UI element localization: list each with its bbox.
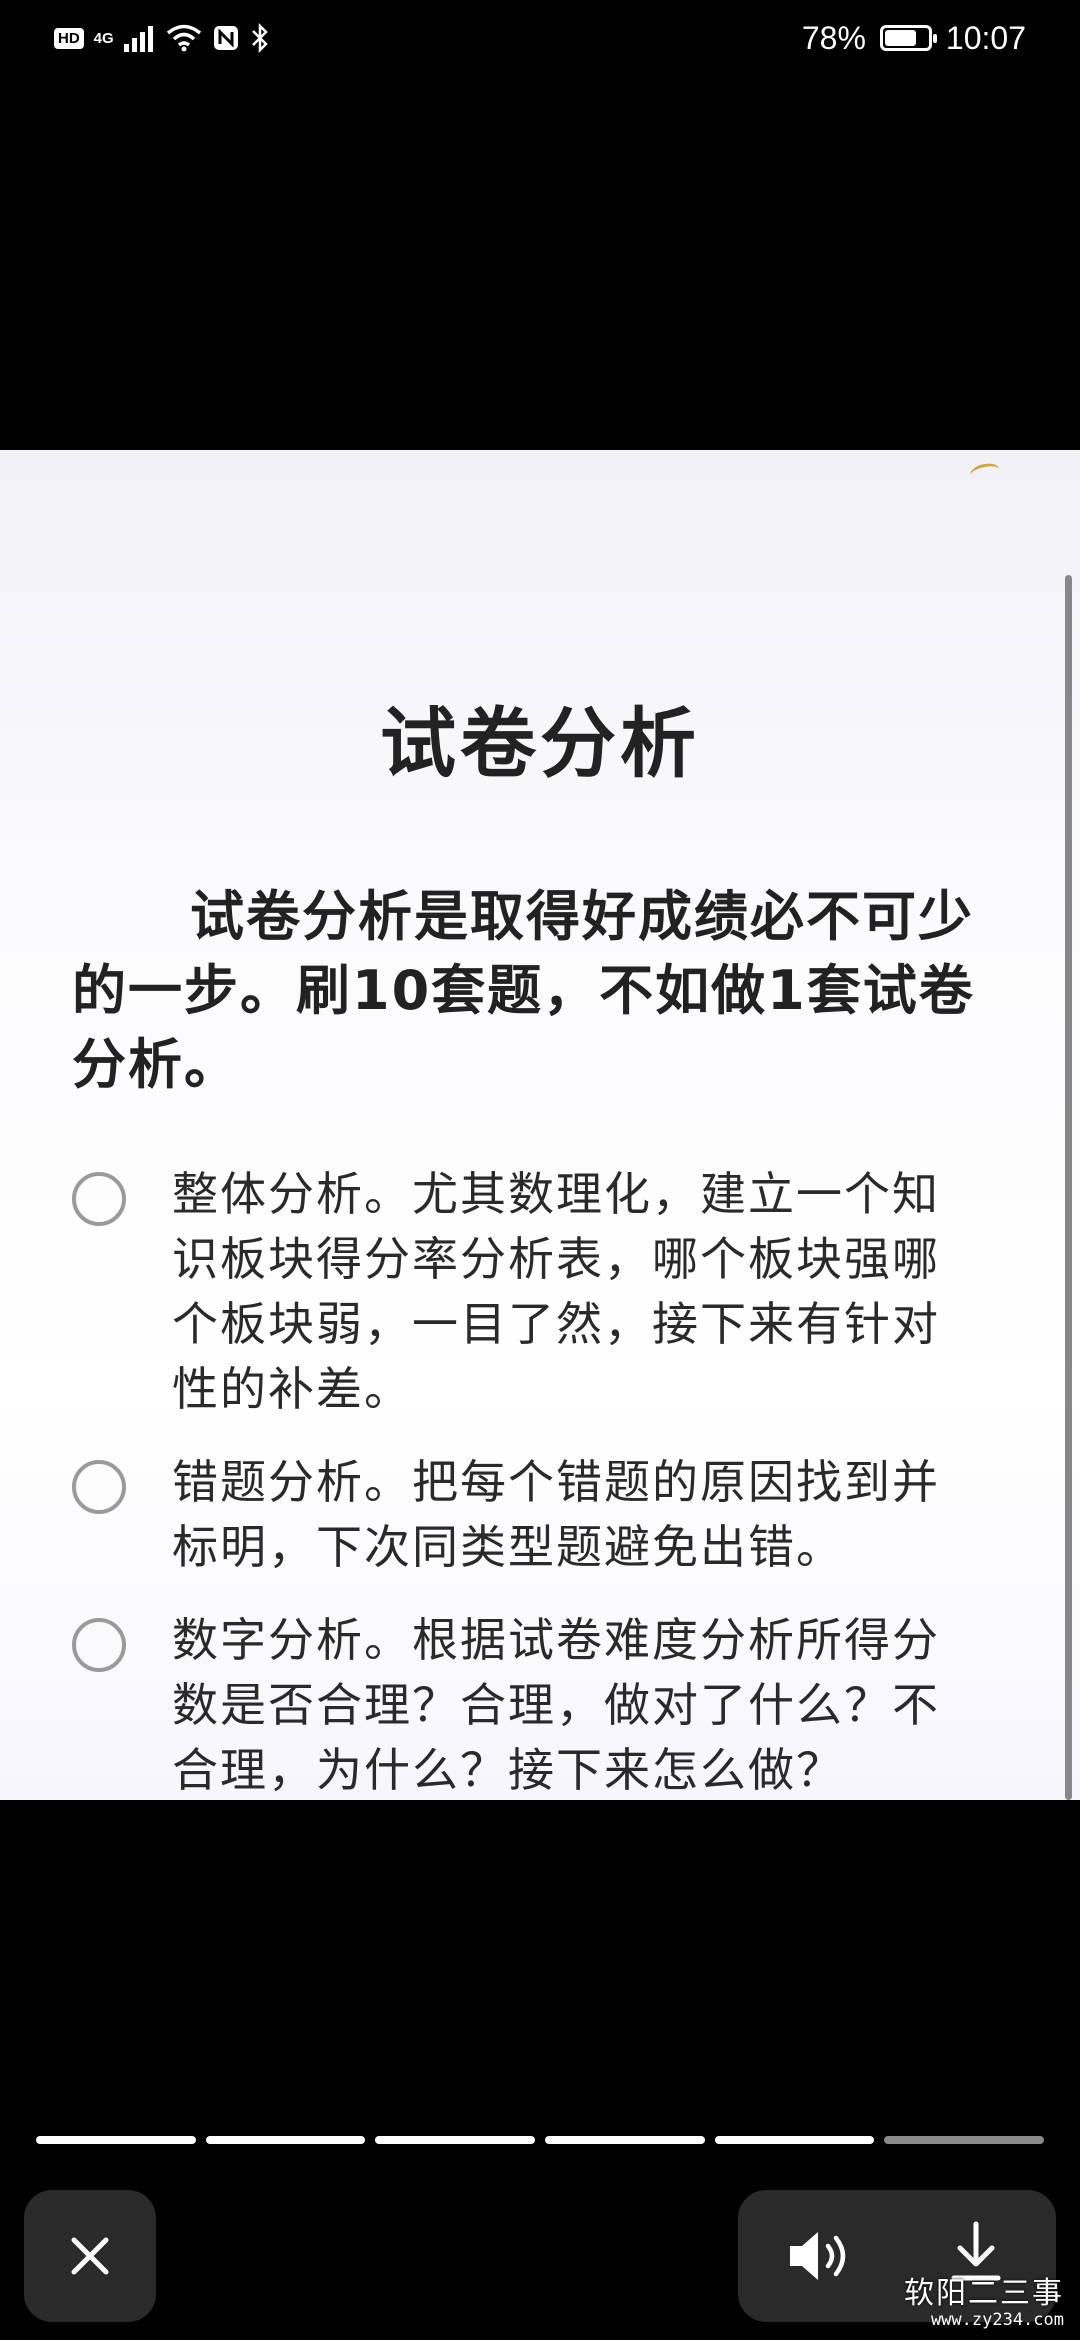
options-list: 整体分析。尤其数理化，建立一个知识板块得分率分析表，哪个板块强哪个板块弱，一目了… (72, 1162, 1012, 1800)
option-label: 错题分析。把每个错题的原因找到并标明，下次同类型题避免出错。 (172, 1455, 940, 1574)
watermark-url: www.zy234.com (930, 2310, 1064, 2330)
option-label: 整体分析。尤其数理化，建立一个知识板块得分率分析表，哪个板块强哪个板块弱，一目了… (172, 1167, 940, 1416)
content-card: 试卷分析 试卷分析是取得好成绩必不可少的一步。刷10套题，不如做1套试卷分析。 … (0, 450, 1080, 1800)
story-viewer-screen: HD 4G 78% 10:07 试卷分析 试卷分析是取得好成绩必不可少的一步。刷… (0, 0, 1080, 2340)
bluetooth-icon (251, 23, 268, 53)
close-button[interactable] (24, 2190, 156, 2322)
status-left-group: HD 4G (54, 18, 270, 58)
network-type-label: 4G (93, 29, 114, 47)
radio-button[interactable] (72, 1618, 126, 1672)
progress-segment (36, 2136, 196, 2144)
decorative-corner-mark (968, 461, 1002, 484)
story-progress-bar (36, 2136, 1045, 2144)
progress-segment (884, 2136, 1045, 2144)
progress-segment (375, 2136, 536, 2144)
option-item-2[interactable]: 错题分析。把每个错题的原因找到并标明，下次同类型题避免出错。 (72, 1450, 1012, 1580)
option-item-3[interactable]: 数字分析。根据试卷难度分析所得分数是否合理？合理，做对了什么？不合理，为什么？接… (72, 1608, 1012, 1800)
battery-percent: 78% (801, 19, 866, 56)
wifi-icon (166, 24, 201, 52)
close-icon (71, 2237, 109, 2275)
intro-paragraph: 试卷分析是取得好成绩必不可少的一步。刷10套题，不如做1套试卷分析。 (72, 885, 975, 1096)
sound-button[interactable] (786, 2226, 856, 2286)
progress-segment (205, 2136, 366, 2144)
progress-segment (714, 2136, 875, 2144)
status-right-group: 78% 10:07 (802, 18, 1026, 58)
page-title: 试卷分析 (380, 699, 700, 788)
nfc-icon (213, 26, 238, 50)
hd-badge: HD (54, 27, 84, 49)
radio-button[interactable] (72, 1460, 126, 1514)
status-bar: HD 4G 78% 10:07 (0, 0, 1080, 75)
option-item-1[interactable]: 整体分析。尤其数理化，建立一个知识板块得分率分析表，哪个板块强哪个板块弱，一目了… (72, 1162, 1012, 1422)
battery-icon (879, 25, 937, 51)
watermark-text: 软阳二三事 (904, 2276, 1064, 2311)
speaker-icon (790, 2232, 846, 2280)
option-label: 数字分析。根据试卷难度分析所得分数是否合理？合理，做对了什么？不合理，为什么？接… (172, 1613, 940, 1797)
signal-icon (123, 26, 153, 52)
progress-segment (545, 2136, 705, 2144)
battery-level-fill (884, 30, 916, 46)
clock: 10:07 (945, 19, 1026, 56)
radio-button[interactable] (72, 1172, 126, 1226)
